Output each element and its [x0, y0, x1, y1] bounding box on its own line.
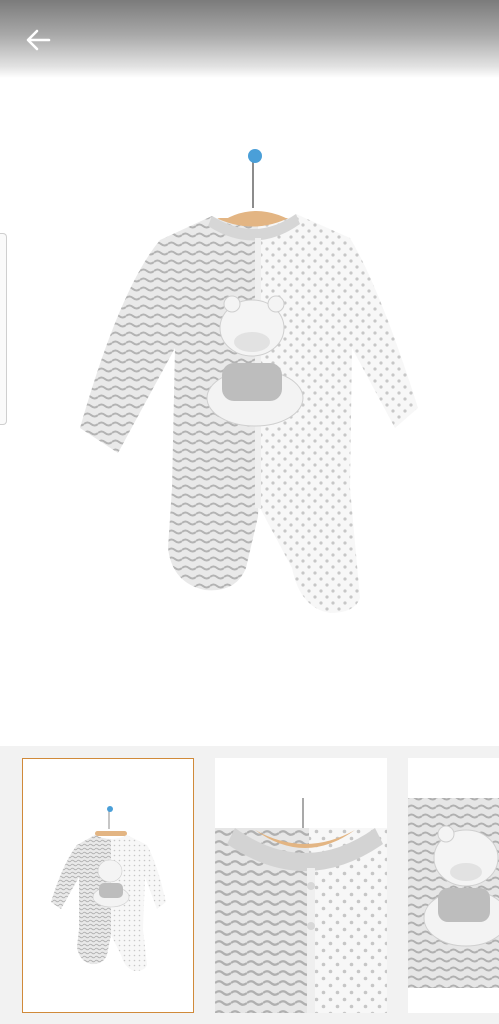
top-app-bar: [0, 0, 499, 78]
thumbnail-strip: [0, 746, 499, 1024]
back-button[interactable]: [18, 22, 58, 58]
side-handle[interactable]: [0, 233, 7, 425]
main-product-image[interactable]: [0, 78, 499, 746]
arrow-left-icon: [26, 29, 51, 51]
thumbnail-front-closeup[interactable]: [408, 758, 499, 1013]
thumbnail-full-romper[interactable]: [22, 758, 194, 1013]
thumbnail-collar-closeup[interactable]: [215, 758, 387, 1013]
